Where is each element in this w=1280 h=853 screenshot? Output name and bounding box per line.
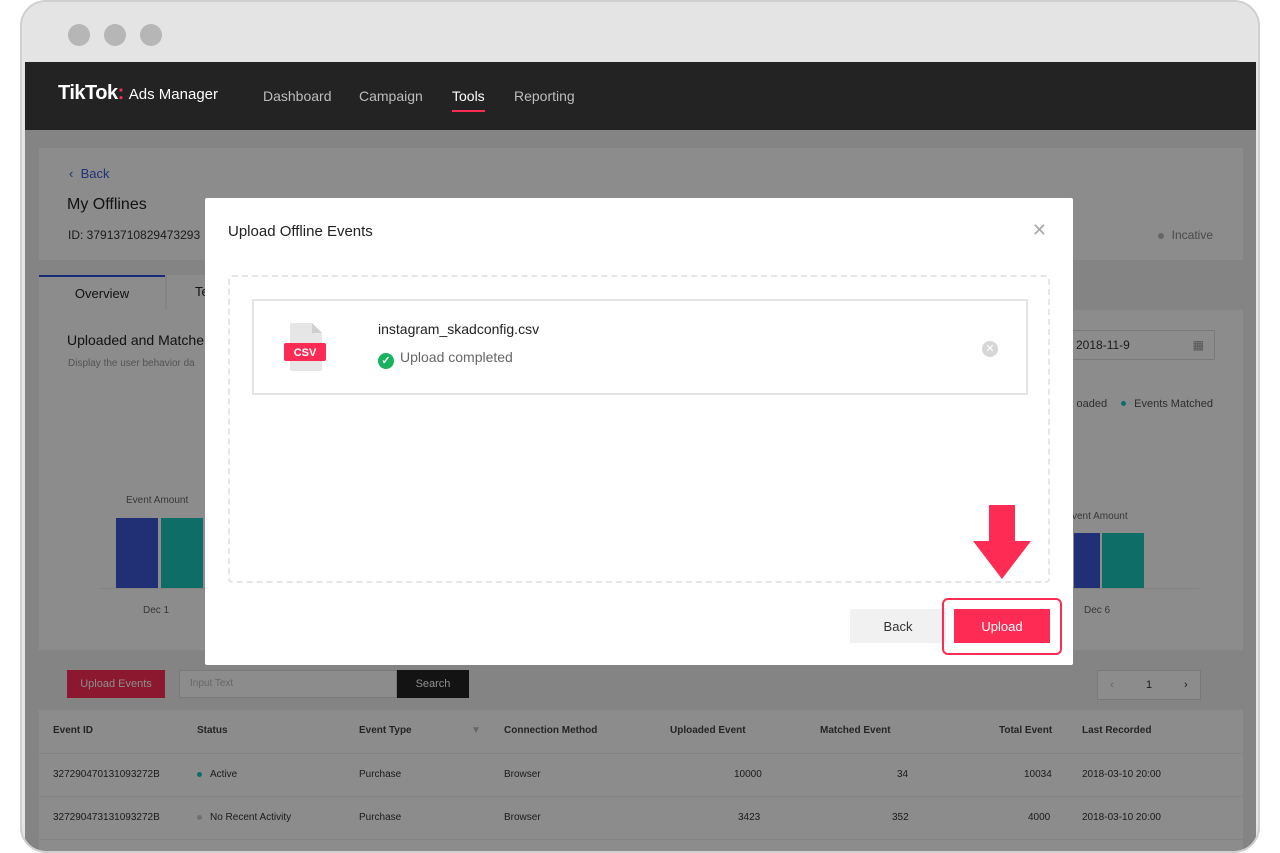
back-button[interactable]: Back bbox=[850, 609, 946, 643]
check-circle-icon: ✓ bbox=[378, 353, 394, 369]
arrow-down-icon bbox=[973, 505, 1031, 579]
nav-item-campaign[interactable]: Campaign bbox=[359, 88, 423, 104]
upload-modal: Upload Offline Events ✕ CSV instagram_sk… bbox=[205, 198, 1073, 665]
uploaded-file-card: CSV instagram_skadconfig.csv ✓ Upload com… bbox=[252, 299, 1028, 395]
brand-name: TikTok bbox=[58, 82, 118, 104]
modal-title: Upload Offline Events bbox=[228, 223, 373, 240]
window-close-dot[interactable] bbox=[68, 24, 90, 46]
nav-item-tools[interactable]: Tools bbox=[452, 88, 485, 112]
upload-button[interactable]: Upload bbox=[954, 609, 1050, 643]
close-icon[interactable]: ✕ bbox=[1032, 220, 1047, 241]
file-dropzone[interactable]: CSV instagram_skadconfig.csv ✓ Upload com… bbox=[228, 275, 1050, 583]
tiktok-logo[interactable]: TikTok: Ads Manager bbox=[58, 82, 218, 105]
svg-text:CSV: CSV bbox=[294, 347, 317, 359]
top-navbar: TikTok: Ads Manager Dashboard Campaign To… bbox=[25, 62, 1256, 130]
upload-status: ✓ Upload completed bbox=[378, 349, 513, 369]
nav-item-dashboard[interactable]: Dashboard bbox=[263, 88, 332, 104]
csv-file-icon: CSV bbox=[284, 323, 326, 371]
window-chrome bbox=[22, 2, 1258, 62]
brand-product: Ads Manager bbox=[128, 86, 218, 103]
window-minimize-dot[interactable] bbox=[104, 24, 126, 46]
file-name: instagram_skadconfig.csv bbox=[378, 321, 540, 337]
window-maximize-dot[interactable] bbox=[140, 24, 162, 46]
nav-item-reporting[interactable]: Reporting bbox=[514, 88, 575, 104]
remove-file-icon[interactable]: ✕ bbox=[982, 341, 998, 357]
